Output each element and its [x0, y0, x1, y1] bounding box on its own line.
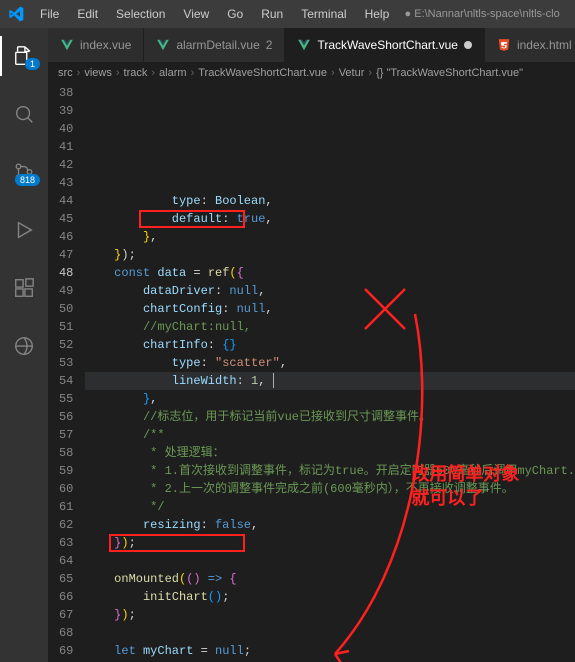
- code-line[interactable]: });: [85, 606, 575, 624]
- code-line[interactable]: },: [85, 390, 575, 408]
- menu-item-selection[interactable]: Selection: [108, 3, 173, 25]
- window-title: ● E:\Nannar\nltls-space\nltls-clo: [397, 8, 567, 20]
- code-content[interactable]: type: Boolean, default: true, }, }); con…: [85, 84, 575, 662]
- code-line[interactable]: },: [85, 228, 575, 246]
- code-line[interactable]: const data = ref({: [85, 264, 575, 282]
- explorer-icon[interactable]: 1: [0, 36, 48, 76]
- code-line[interactable]: * 处理逻辑：: [85, 444, 575, 462]
- code-line[interactable]: type: "scatter",: [85, 354, 575, 372]
- menu-item-file[interactable]: File: [32, 3, 67, 25]
- menu-item-help[interactable]: Help: [357, 3, 398, 25]
- tab-dirty-icon: [464, 41, 472, 49]
- code-line[interactable]: //标志位，用于标记当前vue已接收到尺寸调整事件。: [85, 408, 575, 426]
- source-control-icon[interactable]: 818: [0, 152, 48, 192]
- explorer-badge: 1: [25, 58, 40, 70]
- tab-index-html[interactable]: index.html: [485, 28, 575, 62]
- chevron-right-icon: ›: [151, 67, 155, 79]
- tab-label: index.vue: [80, 38, 131, 52]
- vscode-icon: [8, 6, 24, 22]
- search-icon[interactable]: [0, 94, 48, 134]
- editor-tabs: index.vue alarmDetail.vue 2 TrackWaveShortC…: [48, 28, 575, 62]
- breadcrumb-segment[interactable]: TrackWaveShortChart.vue: [198, 67, 327, 79]
- code-line[interactable]: //myChart:null,: [85, 318, 575, 336]
- vue-file-icon: [156, 38, 170, 52]
- breadcrumb-segment[interactable]: track: [124, 67, 148, 79]
- tab-TrackWaveShortChart-vue[interactable]: TrackWaveShortChart.vue: [285, 28, 485, 62]
- line-gutter: 3839404142434445464748495051525354555657…: [48, 84, 85, 662]
- vue-file-icon: [297, 38, 311, 52]
- code-line[interactable]: * 1.首次接收到调整事件，标记为true。开启定时器600毫秒后调用myCha…: [85, 462, 575, 480]
- code-line[interactable]: });: [85, 534, 575, 552]
- breadcrumb-segment[interactable]: src: [58, 67, 73, 79]
- code-line[interactable]: [85, 624, 575, 642]
- code-editor[interactable]: 3839404142434445464748495051525354555657…: [48, 84, 575, 662]
- code-line[interactable]: default: true,: [85, 210, 575, 228]
- code-line[interactable]: let myChart = null;: [85, 642, 575, 660]
- vue-file-icon: [60, 38, 74, 52]
- breadcrumb[interactable]: src›views›track›alarm›TrackWaveShortChar…: [48, 62, 575, 84]
- menu-item-go[interactable]: Go: [219, 3, 251, 25]
- menu-item-run[interactable]: Run: [253, 3, 291, 25]
- chevron-right-icon: ›: [368, 67, 372, 79]
- main-menu: FileEditSelectionViewGoRunTerminalHelp: [32, 3, 397, 25]
- code-line[interactable]: chartInfo: {}: [85, 336, 575, 354]
- activity-bar: 1 818: [0, 28, 48, 662]
- code-line[interactable]: onMounted(() => {: [85, 570, 575, 588]
- code-line[interactable]: /**: [85, 426, 575, 444]
- code-line[interactable]: resizing: false,: [85, 516, 575, 534]
- code-line[interactable]: * 2.上一次的调整事件完成之前(600毫秒内），不再接收调整事件。: [85, 480, 575, 498]
- tab-count: 2: [266, 38, 273, 52]
- code-line[interactable]: dataDriver: null,: [85, 282, 575, 300]
- remote-icon[interactable]: [0, 326, 48, 366]
- extensions-icon[interactable]: [0, 268, 48, 308]
- code-line[interactable]: });: [85, 246, 575, 264]
- breadcrumb-segment[interactable]: views: [84, 67, 112, 79]
- tab-alarmDetail-vue[interactable]: alarmDetail.vue 2: [144, 28, 285, 62]
- code-line[interactable]: type: Boolean,: [85, 192, 575, 210]
- chevron-right-icon: ›: [116, 67, 120, 79]
- tab-index-vue[interactable]: index.vue: [48, 28, 144, 62]
- code-line[interactable]: */: [85, 498, 575, 516]
- code-line[interactable]: lineWidth: 1,: [85, 372, 575, 390]
- title-bar: FileEditSelectionViewGoRunTerminalHelp ●…: [0, 0, 575, 28]
- tab-label: alarmDetail.vue: [176, 38, 259, 52]
- breadcrumb-segment[interactable]: {} "TrackWaveShortChart.vue": [376, 67, 523, 79]
- editor-area: index.vue alarmDetail.vue 2 TrackWaveShortC…: [48, 28, 575, 662]
- scm-badge: 818: [15, 174, 40, 186]
- code-line[interactable]: [85, 552, 575, 570]
- breadcrumb-segment[interactable]: Vetur: [339, 67, 365, 79]
- code-line[interactable]: initChart();: [85, 588, 575, 606]
- tab-label: index.html: [517, 38, 572, 52]
- tab-label: TrackWaveShortChart.vue: [317, 38, 458, 52]
- menu-item-view[interactable]: View: [175, 3, 217, 25]
- chevron-right-icon: ›: [331, 67, 335, 79]
- chevron-right-icon: ›: [191, 67, 195, 79]
- menu-item-terminal[interactable]: Terminal: [293, 3, 354, 25]
- breadcrumb-segment[interactable]: alarm: [159, 67, 187, 79]
- menu-item-edit[interactable]: Edit: [69, 3, 106, 25]
- html-file-icon: [497, 38, 511, 52]
- chevron-right-icon: ›: [77, 67, 81, 79]
- run-debug-icon[interactable]: [0, 210, 48, 250]
- code-line[interactable]: chartConfig: null,: [85, 300, 575, 318]
